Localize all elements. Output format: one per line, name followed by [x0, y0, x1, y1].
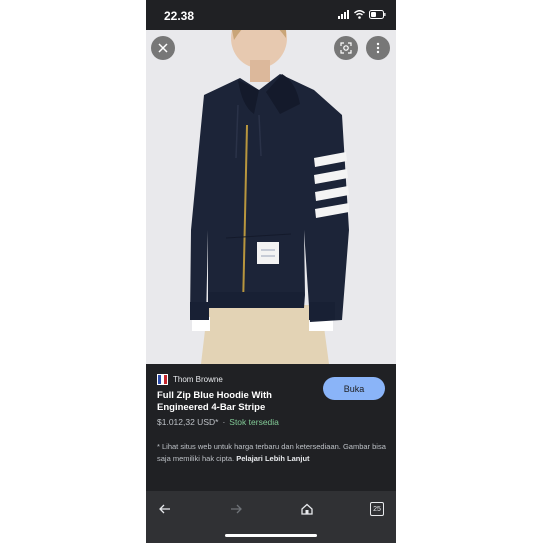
more-vert-icon — [376, 42, 380, 54]
back-button[interactable] — [155, 499, 175, 519]
brand-logo — [157, 374, 168, 385]
lens-icon — [340, 42, 352, 54]
visit-button[interactable]: Buka — [323, 377, 385, 400]
signal-icon — [338, 10, 349, 19]
home-indicator — [225, 534, 317, 537]
product-info-panel: Thom Browne Full Zip Blue Hoodie With En… — [146, 364, 396, 491]
tabs-icon: 25 — [370, 502, 384, 516]
product-price: $1.012,32 USD* — [157, 417, 219, 427]
disclaimer: * Lihat situs web untuk harga terbaru da… — [157, 441, 387, 465]
brand-row[interactable]: Thom Browne — [157, 374, 223, 385]
forward-arrow-icon — [231, 504, 242, 514]
product-image[interactable] — [146, 30, 396, 364]
phone-screen: 22.38 Thom Browne Full Zip Blue Hoodie W… — [146, 0, 396, 543]
stock-status: Stok tersedia — [229, 417, 279, 427]
home-icon — [301, 503, 313, 515]
forward-button[interactable] — [226, 499, 246, 519]
price-separator: · — [222, 417, 226, 427]
product-photo — [146, 30, 396, 364]
close-icon — [158, 43, 168, 53]
tabs-button[interactable]: 25 — [367, 499, 387, 519]
close-button[interactable] — [151, 36, 175, 60]
back-arrow-icon — [159, 504, 170, 514]
status-time: 22.38 — [164, 9, 195, 23]
status-bar: 22.38 — [146, 0, 396, 30]
wifi-icon — [354, 10, 365, 19]
more-options-button[interactable] — [366, 36, 390, 60]
product-title[interactable]: Full Zip Blue Hoodie With Engineered 4-B… — [157, 390, 307, 414]
price-row: $1.012,32 USD* · Stok tersedia — [157, 417, 279, 427]
battery-icon — [369, 10, 386, 19]
lens-button[interactable] — [334, 36, 358, 60]
brand-name: Thom Browne — [173, 375, 223, 384]
learn-more-link[interactable]: Pelajari Lebih Lanjut — [236, 454, 309, 463]
status-icons — [338, 10, 386, 19]
home-button[interactable] — [297, 499, 317, 519]
